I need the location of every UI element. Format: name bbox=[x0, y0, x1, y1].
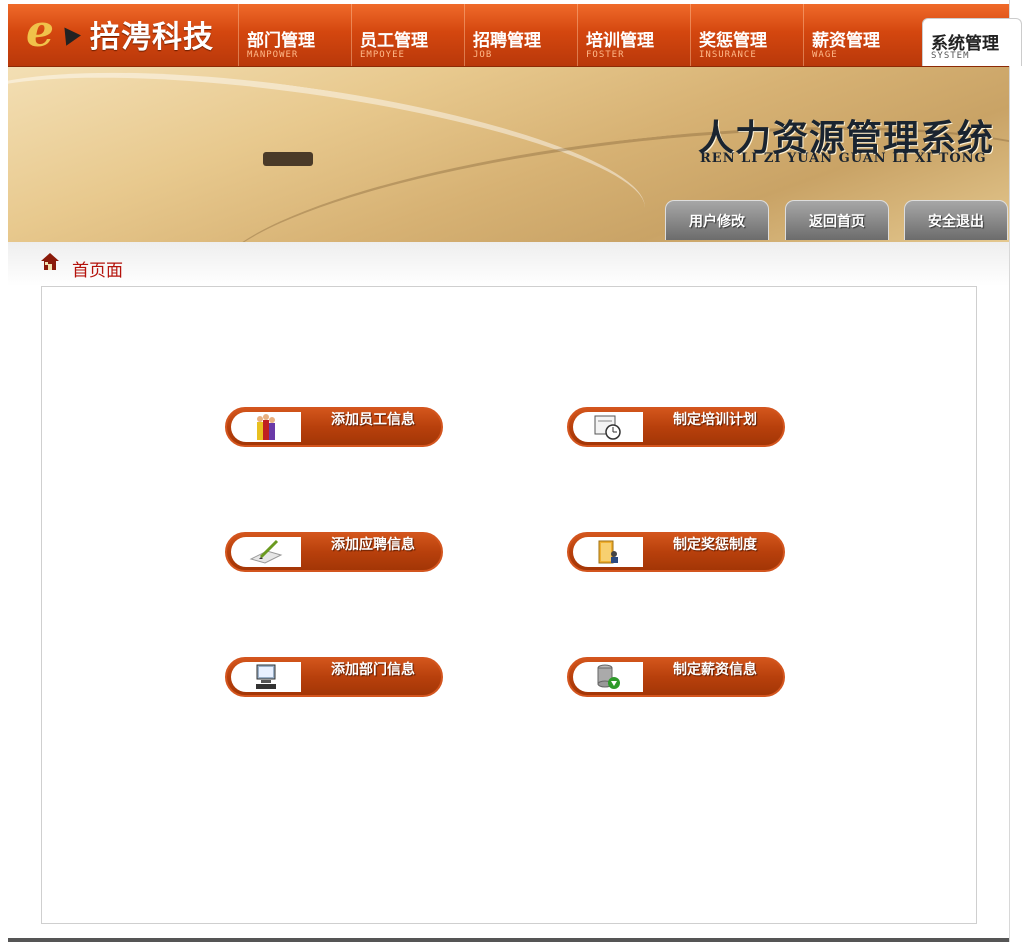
nav-tab-salary[interactable]: 薪资管理 WAGE bbox=[803, 4, 916, 66]
edit-user-button[interactable]: 用户修改 bbox=[665, 200, 769, 240]
nav-tab-system[interactable]: 系统管理 SYSTEM bbox=[922, 18, 1022, 66]
nav-tab-label: 部门管理 bbox=[247, 31, 315, 51]
bottom-border bbox=[8, 938, 1009, 942]
salary-info-button[interactable]: 制定薪资信息 bbox=[567, 657, 785, 697]
breadcrumb: 首页面 bbox=[8, 242, 1009, 286]
brand-name: 掊涄科技 bbox=[90, 20, 214, 55]
brand-logo[interactable]: e 掊涄科技 bbox=[20, 4, 230, 66]
nav-tab-sublabel: MANPOWER bbox=[247, 50, 299, 60]
database-download-icon bbox=[597, 664, 620, 689]
computer-icon bbox=[256, 664, 276, 689]
quick-action-label: 添加部门信息 bbox=[331, 662, 415, 678]
icon-area bbox=[231, 537, 301, 567]
nav-tab-sublabel: INSURANCE bbox=[699, 50, 757, 60]
nav-tab-training[interactable]: 培训管理 FOSTER bbox=[577, 4, 690, 66]
icon-area bbox=[573, 662, 643, 692]
add-employee-button[interactable]: 添加员工信息 bbox=[225, 407, 443, 447]
page-frame: e 掊涄科技 部门管理 MANPOWER 员工管理 EMPOYEE 招聘管理 J… bbox=[8, 0, 1022, 942]
add-applicant-button[interactable]: 添加应聘信息 bbox=[225, 532, 443, 572]
main-nav: 部门管理 MANPOWER 员工管理 EMPOYEE 招聘管理 JOB 培训管理… bbox=[238, 4, 1022, 66]
quick-action-label: 添加应聘信息 bbox=[331, 537, 415, 553]
home-icon bbox=[41, 253, 59, 270]
nav-tab-label: 奖惩管理 bbox=[699, 31, 767, 51]
nav-tab-department[interactable]: 部门管理 MANPOWER bbox=[238, 4, 351, 66]
nav-tab-recruitment[interactable]: 招聘管理 JOB bbox=[464, 4, 577, 66]
nav-tab-sublabel: WAGE bbox=[812, 50, 838, 60]
nav-tab-sublabel: FOSTER bbox=[586, 50, 625, 60]
system-subtitle: REN LI ZI YUAN GUAN LI XI TONG bbox=[700, 151, 987, 166]
quick-action-label: 添加员工信息 bbox=[331, 412, 415, 428]
logout-button[interactable]: 安全退出 bbox=[904, 200, 1008, 240]
training-clock-icon bbox=[594, 415, 621, 440]
quick-action-label: 制定薪资信息 bbox=[673, 662, 757, 678]
icon-area bbox=[573, 537, 643, 567]
training-plan-button[interactable]: 制定培训计划 bbox=[567, 407, 785, 447]
nav-tab-sublabel: SYSTEM bbox=[931, 51, 970, 61]
add-department-button[interactable]: 添加部门信息 bbox=[225, 657, 443, 697]
quick-action-label: 制定培训计划 bbox=[673, 412, 757, 428]
document-user-icon bbox=[598, 540, 618, 564]
return-home-button[interactable]: 返回首页 bbox=[785, 200, 889, 240]
employees-icon bbox=[257, 414, 275, 440]
nav-tab-label: 培训管理 bbox=[586, 31, 654, 51]
main-content-panel: 添加员工信息 制定培训计划 添加应聘信息 制定奖惩制度 添加部门信息 制定薪资信… bbox=[41, 286, 977, 924]
icon-area bbox=[231, 662, 301, 692]
reward-policy-button[interactable]: 制定奖惩制度 bbox=[567, 532, 785, 572]
icon-area bbox=[231, 412, 301, 442]
hero-banner: 人力资源管理系统 REN LI ZI YUAN GUAN LI XI TONG … bbox=[8, 67, 1009, 242]
top-navbar: e 掊涄科技 部门管理 MANPOWER 员工管理 EMPOYEE 招聘管理 J… bbox=[8, 4, 1022, 67]
banner-device-graphic bbox=[263, 152, 313, 166]
pen-paper-icon bbox=[249, 539, 283, 564]
nav-tab-employee[interactable]: 员工管理 EMPOYEE bbox=[351, 4, 464, 66]
nav-tab-sublabel: JOB bbox=[473, 50, 493, 60]
nav-tab-rewards[interactable]: 奖惩管理 INSURANCE bbox=[690, 4, 803, 66]
breadcrumb-label[interactable]: 首页面 bbox=[72, 256, 123, 281]
nav-tab-label: 招聘管理 bbox=[473, 31, 541, 51]
nav-tab-label: 薪资管理 bbox=[812, 31, 880, 51]
nav-tab-label: 员工管理 bbox=[360, 31, 428, 51]
quick-action-label: 制定奖惩制度 bbox=[673, 537, 757, 553]
logo-e-icon: e bbox=[26, 6, 54, 57]
icon-area bbox=[573, 412, 643, 442]
nav-tab-sublabel: EMPOYEE bbox=[360, 50, 405, 60]
cursor-arrow-icon bbox=[57, 22, 81, 46]
